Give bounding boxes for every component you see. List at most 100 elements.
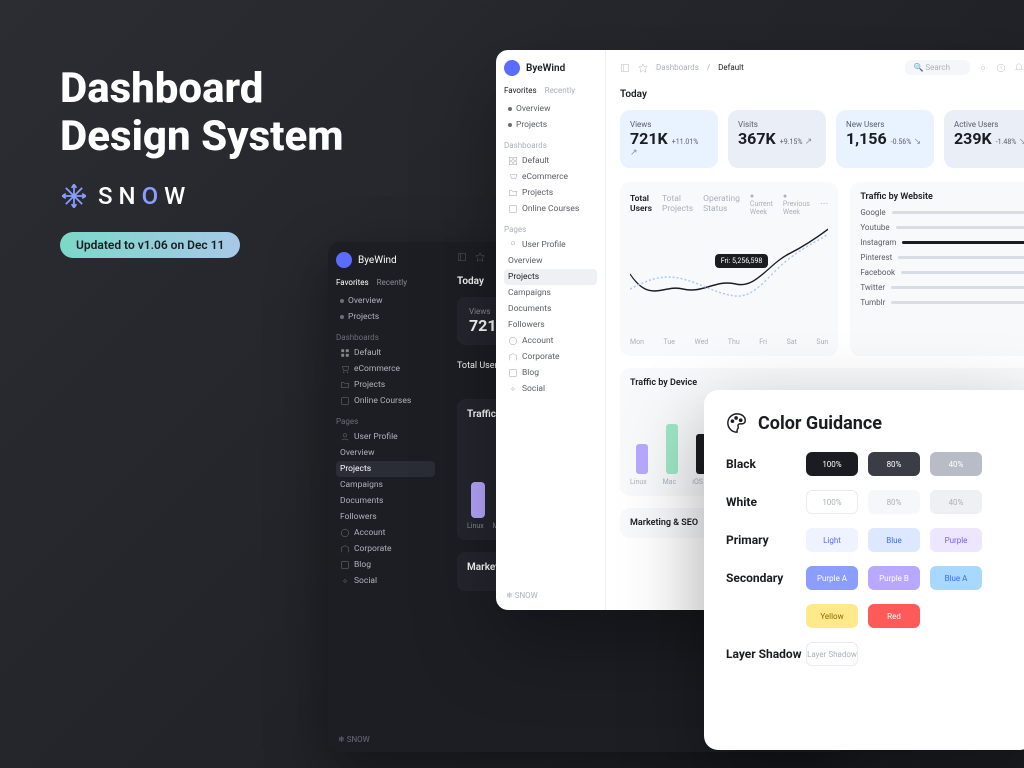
- brand-footer-dark: ❄ SNOW: [338, 735, 370, 744]
- user-icon: [508, 240, 518, 250]
- sidebar-item-blog[interactable]: Blog: [336, 557, 435, 573]
- line-chart: Fri: 5,256,598: [630, 224, 828, 334]
- sidebar-item-blog[interactable]: Blog: [504, 365, 597, 381]
- sidebar-item-projects[interactable]: Projects: [504, 117, 597, 133]
- tab-operating-status[interactable]: Operating Status: [703, 194, 740, 214]
- sidebar-item-corporate[interactable]: Corporate: [504, 349, 597, 365]
- kpi-views: Views721K+11.01% ↗: [620, 110, 718, 168]
- social-icon: [340, 576, 350, 586]
- social-icon: [508, 384, 518, 394]
- sidebar-item-account[interactable]: Account: [336, 525, 435, 541]
- swatch[interactable]: Layer Shadow: [806, 642, 858, 666]
- trend-up-icon: ↗: [805, 137, 813, 147]
- sidebar-item-campaigns[interactable]: Campaigns: [504, 285, 597, 301]
- sidebar-item-userprofile[interactable]: User Profile: [336, 429, 435, 445]
- sidebar-item-projects[interactable]: Projects: [336, 309, 435, 325]
- sidebar-item-overview2[interactable]: Overview: [504, 253, 597, 269]
- color-row: Black100%80%40%: [726, 452, 1012, 476]
- search-input[interactable]: 🔍 Search: [905, 60, 970, 75]
- sidebar-item-social[interactable]: Social: [504, 381, 597, 397]
- user-icon: [340, 432, 350, 442]
- sidebar-item-userprofile[interactable]: User Profile: [504, 237, 597, 253]
- sidebar-item-courses[interactable]: Online Courses: [336, 393, 435, 409]
- tab-favorites[interactable]: Favorites: [504, 86, 537, 95]
- book-icon: [508, 204, 518, 214]
- bell-icon[interactable]: [1014, 63, 1024, 73]
- sidebar-item-projects2[interactable]: Projects: [504, 185, 597, 201]
- swatch[interactable]: Yellow: [806, 604, 858, 628]
- swatch[interactable]: 80%: [868, 490, 920, 514]
- color-guidance-card: Color Guidance Black100%80%40%White100%8…: [704, 390, 1024, 750]
- sidebar-item-ecommerce[interactable]: eCommerce: [504, 169, 597, 185]
- swatch[interactable]: Purple: [930, 528, 982, 552]
- swatch[interactable]: 100%: [806, 452, 858, 476]
- color-row: PrimaryLight Blue Purple: [726, 528, 1012, 552]
- sidebar-light: ByeWind Favorites Recently Overview Proje…: [496, 50, 606, 610]
- color-row-label: White: [726, 495, 806, 509]
- sidebar-item-projects3[interactable]: Projects: [336, 461, 435, 477]
- sidebar-item-documents[interactable]: Documents: [504, 301, 597, 317]
- sidebar-item-documents[interactable]: Documents: [336, 493, 435, 509]
- swatch[interactable]: 80%: [868, 452, 920, 476]
- palette-icon: [726, 412, 748, 434]
- brand-footer-light: ❄ SNOW: [506, 591, 538, 600]
- star-icon[interactable]: [638, 63, 648, 73]
- star-icon[interactable]: [475, 252, 485, 262]
- tab-recently[interactable]: Recently: [377, 278, 407, 287]
- sidebar-item-projects2[interactable]: Projects: [336, 377, 435, 393]
- brand: SNOW: [60, 182, 344, 210]
- sidebar-item-social[interactable]: Social: [336, 573, 435, 589]
- swatch[interactable]: 40%: [930, 490, 982, 514]
- swatch[interactable]: Blue A: [930, 566, 982, 590]
- swatch[interactable]: Blue: [868, 528, 920, 552]
- total-users-panel: Total Users Total Projects Operating Sta…: [620, 182, 838, 356]
- more-icon[interactable]: ⋯: [820, 199, 829, 209]
- tab-total-projects[interactable]: Total Projects: [662, 194, 693, 214]
- breadcrumb[interactable]: Dashboards: [656, 63, 699, 72]
- swatch[interactable]: 40%: [930, 452, 982, 476]
- account-icon: [340, 528, 350, 538]
- sidebar-item-projects3[interactable]: Projects: [504, 269, 597, 285]
- swatch[interactable]: Purple B: [868, 566, 920, 590]
- corporate-icon: [508, 352, 518, 362]
- color-row: Layer ShadowLayer Shadow: [726, 642, 1012, 666]
- sidebar-item-account[interactable]: Account: [504, 333, 597, 349]
- breadcrumb-current: Default: [718, 63, 744, 72]
- corporate-icon: [340, 544, 350, 554]
- swatch[interactable]: Purple A: [806, 566, 858, 590]
- sidebar-toggle-icon[interactable]: [457, 252, 467, 262]
- tab-total-users[interactable]: Total Users: [630, 194, 652, 214]
- topbar-light: Dashboards/Default 🔍 Search: [620, 60, 1024, 75]
- sidebar-item-overview[interactable]: Overview: [504, 101, 597, 117]
- tab-favorites[interactable]: Favorites: [336, 278, 369, 287]
- traffic-website-panel: Traffic by Website Google Youtube Instag…: [850, 182, 1024, 356]
- color-row-label: Primary: [726, 533, 806, 547]
- sidebar-item-overview2[interactable]: Overview: [336, 445, 435, 461]
- chart-tooltip: Fri: 5,256,598: [715, 254, 769, 268]
- swatch[interactable]: Light: [806, 528, 858, 552]
- user-chip[interactable]: ByeWind: [336, 252, 435, 268]
- swatch[interactable]: Red: [868, 604, 920, 628]
- snowflake-icon: [60, 182, 88, 210]
- sidebar-item-courses[interactable]: Online Courses: [504, 201, 597, 217]
- sidebar-item-followers[interactable]: Followers: [504, 317, 597, 333]
- folder-icon: [508, 188, 518, 198]
- sidebar-item-followers[interactable]: Followers: [336, 509, 435, 525]
- sidebar-toggle-icon[interactable]: [620, 63, 630, 73]
- history-icon[interactable]: [996, 63, 1006, 73]
- sidebar-item-default[interactable]: Default: [336, 345, 435, 361]
- kpi-visits: Visits367K+9.15% ↗: [728, 110, 826, 168]
- blog-icon: [340, 560, 350, 570]
- sidebar-item-default[interactable]: Default: [504, 153, 597, 169]
- cart-icon: [508, 172, 518, 182]
- user-chip[interactable]: ByeWind: [504, 60, 597, 76]
- sun-icon[interactable]: [978, 63, 988, 73]
- sidebar-item-ecommerce[interactable]: eCommerce: [336, 361, 435, 377]
- kpi-row: Views721K+11.01% ↗ Visits367K+9.15% ↗ Ne…: [620, 110, 1024, 168]
- dashboard-icon: [340, 348, 350, 358]
- sidebar-item-overview[interactable]: Overview: [336, 293, 435, 309]
- sidebar-item-campaigns[interactable]: Campaigns: [336, 477, 435, 493]
- swatch[interactable]: 100%: [806, 490, 858, 514]
- sidebar-item-corporate[interactable]: Corporate: [336, 541, 435, 557]
- tab-recently[interactable]: Recently: [545, 86, 575, 95]
